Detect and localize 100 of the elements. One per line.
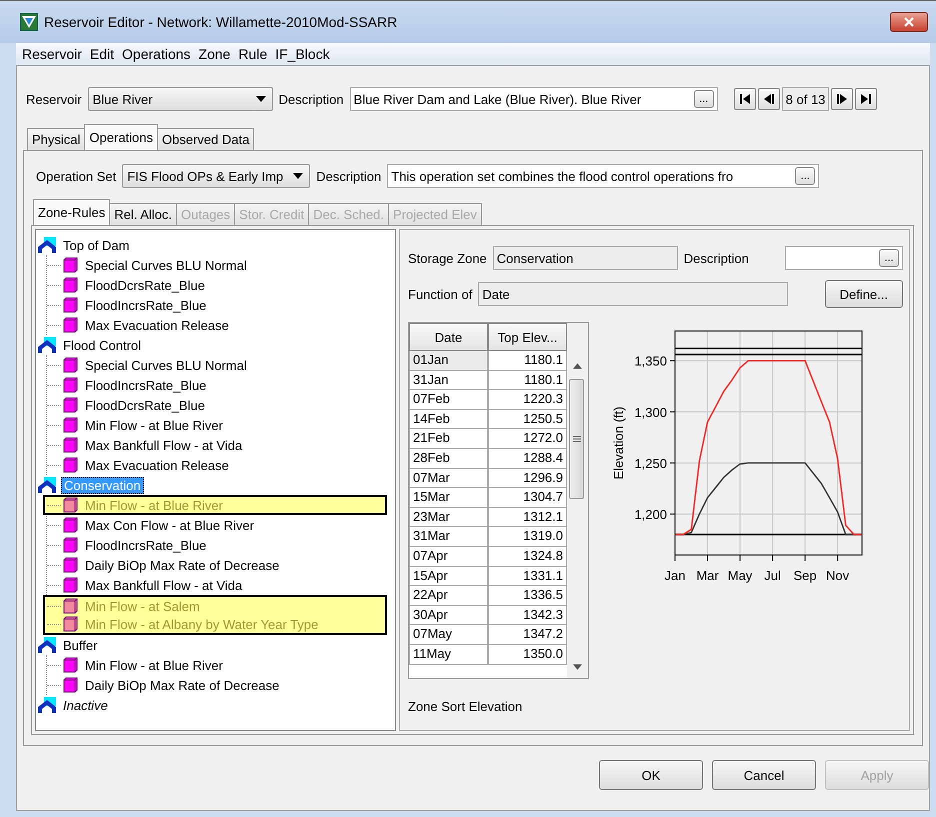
table-cell: 15Mar	[409, 488, 488, 508]
table-row[interactable]: 11May 1350.0	[409, 644, 567, 664]
table-row[interactable]: 07Mar 1296.9	[409, 468, 567, 488]
table-row[interactable]: 15Apr 1331.1	[409, 566, 567, 586]
tree-item[interactable]: FloodDcrsRate_Blue	[47, 275, 387, 295]
tree-item[interactable]: Max Con Flow - at Blue River	[47, 515, 387, 535]
dialog-button[interactable]: Cancel	[712, 760, 816, 790]
scroll-up-icon[interactable]	[573, 363, 582, 369]
dropdown-arrow-icon	[293, 173, 304, 179]
menu-item[interactable]: Operations	[122, 46, 191, 62]
table-cell: 31Jan	[409, 370, 488, 390]
tree-item[interactable]: Max Evacuation Release	[47, 315, 387, 335]
tick-mark	[772, 554, 774, 562]
table-row[interactable]: 07May 1347.2	[409, 625, 567, 645]
tab[interactable]: Physical	[27, 128, 86, 150]
table-row[interactable]: 30Apr 1342.3	[409, 606, 567, 626]
tree-item[interactable]: Min Flow - at Blue River	[47, 655, 387, 675]
zone-icon	[38, 637, 56, 653]
tab[interactable]: Rel. Alloc.	[109, 203, 178, 225]
zone-node[interactable]: Buffer	[61, 638, 100, 652]
tree-item[interactable]: Max Evacuation Release	[47, 455, 387, 475]
table-row[interactable]: 23Mar 1312.1	[409, 508, 567, 528]
tree-item[interactable]: FloodIncrsRate_Blue	[47, 295, 387, 315]
table-row[interactable]: 14Feb 1250.5	[409, 410, 567, 430]
next-button[interactable]	[831, 88, 854, 110]
column-header[interactable]: Top Elev...	[488, 323, 567, 351]
table-cell: 1272.0	[488, 429, 567, 449]
description-field[interactable]: This operation set combines the flood control operations fro ...	[387, 164, 820, 188]
table-row[interactable]: 28Feb 1288.4	[409, 448, 567, 469]
x-tick-label: Sep	[794, 568, 817, 583]
tree-item[interactable]: FloodDcrsRate_Blue	[47, 395, 387, 415]
cube-icon	[63, 257, 79, 273]
tree-item[interactable]: FloodIncrsRate_Blue	[47, 375, 387, 395]
table-row[interactable]: 21Feb 1272.0	[409, 429, 567, 449]
table-cell: 1342.3	[488, 606, 567, 626]
close-button[interactable]	[890, 12, 928, 32]
dialog-button[interactable]: OK	[599, 760, 703, 790]
tree-item[interactable]: Special Curves BLU Normal	[47, 355, 387, 375]
table-cell: 1288.4	[488, 448, 567, 469]
menu-item[interactable]: Rule	[238, 46, 268, 62]
more-button[interactable]: ...	[694, 90, 714, 108]
first-button[interactable]	[734, 88, 756, 110]
table-cell: 11May	[409, 644, 488, 664]
table-cell: 1304.7	[488, 488, 567, 508]
tree-item[interactable]: Daily BiOp Max Rate of Decrease	[47, 675, 387, 695]
table-cell: 1350.0	[488, 644, 567, 664]
table-row[interactable]: 07Feb 1220.3	[409, 390, 567, 410]
table-row[interactable]: 01Jan 1180.1	[409, 351, 567, 371]
table-row[interactable]: 15Mar 1304.7	[409, 488, 567, 508]
description-field[interactable]: ...	[785, 246, 903, 270]
scroll-thumb[interactable]	[569, 379, 584, 499]
cube-icon	[63, 598, 79, 614]
table-cell: 30Apr	[409, 606, 488, 626]
menu-item[interactable]: Zone	[198, 46, 230, 62]
cube-icon	[63, 397, 79, 413]
more-button[interactable]: ...	[795, 167, 816, 185]
first-icon	[740, 94, 750, 104]
table-cell: 07Apr	[409, 546, 488, 567]
dropdown-arrow-icon	[256, 96, 266, 102]
table-row[interactable]: 22Apr 1336.5	[409, 586, 567, 606]
table-cell: 23Mar	[409, 508, 488, 528]
table-cell: 14Feb	[409, 410, 488, 430]
description-field[interactable]: Blue River Dam and Lake (Blue River). Blue River ...	[350, 87, 718, 111]
tree-item[interactable]: Daily BiOp Max Rate of Decrease	[47, 555, 387, 575]
tab[interactable]: Operations	[84, 124, 158, 150]
zone-node[interactable]: Flood Control	[61, 338, 144, 352]
next-icon	[837, 94, 848, 104]
zone-node[interactable]: Top of Dam	[61, 238, 132, 252]
column-header[interactable]: Date	[409, 323, 488, 351]
menu-item[interactable]: Edit	[90, 46, 114, 62]
tree-item[interactable]: Special Curves BLU Normal	[47, 255, 387, 275]
define-button[interactable]: Define...	[824, 280, 903, 308]
tab[interactable]: Observed Data	[157, 128, 254, 150]
table-cell: 1220.3	[488, 390, 567, 410]
table-row[interactable]: 31Jan 1180.1	[409, 370, 567, 390]
tree-item[interactable]: Max Bankfull Flow - at Vida	[47, 435, 387, 455]
reservoir-dropdown[interactable]: Blue River	[88, 87, 273, 111]
scroll-down-icon[interactable]	[573, 664, 582, 670]
table-cell: 1336.5	[488, 586, 567, 606]
window-title: Reservoir Editor - Network: Willamette-2010Mod-SSARR	[44, 14, 398, 30]
cube-icon	[63, 616, 79, 632]
operation-set-dropdown[interactable]: FIS Flood OPs & Early Imp	[122, 164, 310, 188]
tree-item[interactable]: Min Flow - at Blue River	[47, 415, 387, 435]
table-cell: 1331.1	[488, 566, 567, 586]
cube-icon	[63, 517, 79, 533]
table-cell: 01Jan	[409, 351, 488, 371]
tree-item[interactable]: FloodIncrsRate_Blue	[47, 535, 387, 555]
more-button[interactable]: ...	[879, 249, 899, 267]
table-cell: 1319.0	[488, 527, 567, 547]
last-button[interactable]	[855, 88, 878, 110]
tab[interactable]: Zone-Rules	[33, 199, 110, 225]
menu-item[interactable]: IF_Block	[275, 46, 330, 62]
table-row[interactable]: 07Apr 1324.8	[409, 546, 567, 567]
description-label: Description	[278, 92, 344, 106]
operation-set-label: Operation Set	[36, 168, 116, 184]
tree-item[interactable]: Max Bankfull Flow - at Vida	[47, 575, 387, 595]
menu-item[interactable]: Reservoir	[22, 46, 82, 62]
table-row[interactable]: 31Mar 1319.0	[409, 527, 567, 547]
previous-button[interactable]	[758, 88, 780, 110]
cube-icon	[63, 277, 79, 293]
